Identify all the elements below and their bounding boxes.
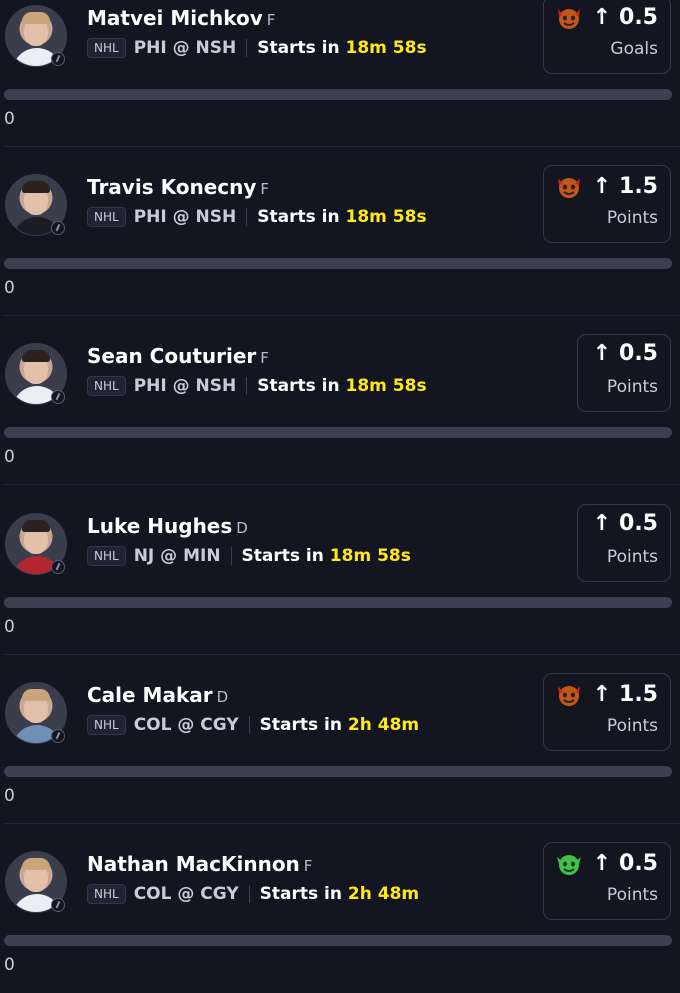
game-info: NHL PHI @ NSH Starts in 18m 58s [87, 375, 427, 397]
devil-icon [557, 178, 580, 198]
start-time: Starts in 18m 58s [257, 38, 427, 58]
prop-stat: Points [606, 547, 658, 567]
start-time: Starts in 18m 58s [257, 207, 427, 227]
prop-value: 0.5 [619, 4, 658, 30]
devil-icon [557, 9, 580, 29]
progress-value: 0 [4, 786, 15, 806]
player-name[interactable]: Sean Couturier F [87, 344, 269, 368]
league-badge: NHL [87, 38, 126, 58]
matchup: COL @ CGY [133, 884, 239, 904]
progress-value: 0 [4, 617, 15, 637]
team-logo-icon [51, 221, 65, 235]
game-info: NHL NJ @ MIN Starts in 18m 58s [87, 545, 411, 567]
game-info: NHL COL @ CGY Starts in 2h 48m [87, 883, 419, 905]
prop-value: 0.5 [619, 511, 658, 536]
start-time: Starts in 18m 58s [241, 546, 411, 566]
arrow-up-icon: ↑ [592, 4, 612, 30]
progress-value: 0 [4, 955, 15, 975]
prop-stat: Goals [610, 39, 658, 59]
player-row[interactable]: Travis Konecny F NHL PHI @ NSH Starts in … [0, 147, 680, 316]
player-row[interactable]: Sean Couturier F NHL PHI @ NSH Starts in … [0, 316, 680, 485]
player-name[interactable]: Cale Makar D [87, 683, 228, 707]
team-logo-icon [51, 52, 65, 66]
goblin-icon [556, 855, 581, 875]
team-logo-icon [51, 729, 65, 743]
prop-stat: Points [606, 716, 658, 736]
league-badge: NHL [87, 207, 126, 227]
prop-stat: Points [606, 377, 658, 397]
divider [248, 885, 250, 903]
divider [248, 716, 250, 734]
arrow-up-icon: ↑ [592, 511, 612, 536]
team-logo-icon [51, 560, 65, 574]
prop-button[interactable]: ↑ 1.5 Points [543, 673, 671, 751]
progress-value: 0 [4, 109, 15, 129]
player-row[interactable]: Luke Hughes D NHL NJ @ MIN Starts in 18m … [0, 486, 680, 655]
progress-bar [4, 258, 672, 269]
progress-bar [4, 89, 672, 100]
matchup: PHI @ NSH [133, 38, 237, 58]
progress-value: 0 [4, 278, 15, 298]
prop-value: 1.5 [619, 173, 658, 199]
prop-value: 1.5 [619, 681, 658, 707]
league-badge: NHL [87, 546, 126, 566]
league-badge: NHL [87, 376, 126, 396]
player-name[interactable]: Matvei Michkov F [87, 6, 275, 30]
devil-icon [557, 686, 580, 706]
player-position: F [260, 349, 269, 367]
player-position: F [266, 11, 276, 29]
team-logo-icon [51, 390, 65, 404]
divider [246, 39, 248, 57]
player-position: F [303, 857, 313, 875]
player-position: D [216, 688, 229, 706]
prop-value: 0.5 [619, 850, 658, 876]
prop-value: 0.5 [619, 341, 658, 366]
game-info: NHL COL @ CGY Starts in 2h 48m [87, 714, 419, 736]
progress-value: 0 [4, 447, 15, 467]
matchup: COL @ CGY [133, 715, 239, 735]
player-position: F [260, 180, 270, 198]
player-name[interactable]: Nathan MacKinnon F [87, 852, 312, 876]
progress-bar [4, 935, 672, 946]
progress-bar [4, 427, 672, 438]
prop-stat: Points [606, 885, 658, 905]
start-time: Starts in 2h 48m [259, 884, 420, 904]
player-row[interactable]: Cale Makar D NHL COL @ CGY Starts in 2h 4… [0, 655, 680, 824]
start-time: Starts in 18m 58s [257, 376, 427, 396]
player-name[interactable]: Travis Konecny F [87, 175, 269, 199]
player-row[interactable]: Matvei Michkov F NHL PHI @ NSH Starts in … [0, 0, 680, 147]
divider [246, 208, 248, 226]
row-divider [4, 484, 680, 485]
arrow-up-icon: ↑ [592, 173, 612, 199]
prop-button[interactable]: ↑ 0.5 Points [577, 334, 671, 412]
arrow-up-icon: ↑ [592, 681, 612, 707]
player-position: D [236, 519, 248, 537]
game-info: NHL PHI @ NSH Starts in 18m 58s [87, 37, 427, 59]
matchup: NJ @ MIN [133, 546, 221, 566]
prop-button[interactable]: ↑ 0.5 Goals [543, 0, 671, 74]
divider [230, 547, 232, 565]
game-info: NHL PHI @ NSH Starts in 18m 58s [87, 206, 427, 228]
prop-button[interactable]: ↑ 1.5 Points [543, 165, 671, 243]
start-time: Starts in 2h 48m [259, 715, 420, 735]
matchup: PHI @ NSH [133, 207, 237, 227]
league-badge: NHL [87, 884, 126, 904]
player-name[interactable]: Luke Hughes D [87, 514, 248, 538]
league-badge: NHL [87, 715, 126, 735]
prop-button[interactable]: ↑ 0.5 Points [543, 842, 671, 920]
progress-bar [4, 597, 672, 608]
player-row[interactable]: Nathan MacKinnon F NHL COL @ CGY Starts i… [0, 824, 680, 993]
team-logo-icon [51, 898, 65, 912]
prop-button[interactable]: ↑ 0.5 Points [577, 504, 671, 582]
divider [246, 377, 248, 395]
matchup: PHI @ NSH [133, 376, 237, 396]
progress-bar [4, 766, 672, 777]
prop-stat: Points [606, 208, 658, 228]
arrow-up-icon: ↑ [592, 850, 612, 876]
arrow-up-icon: ↑ [592, 341, 612, 366]
